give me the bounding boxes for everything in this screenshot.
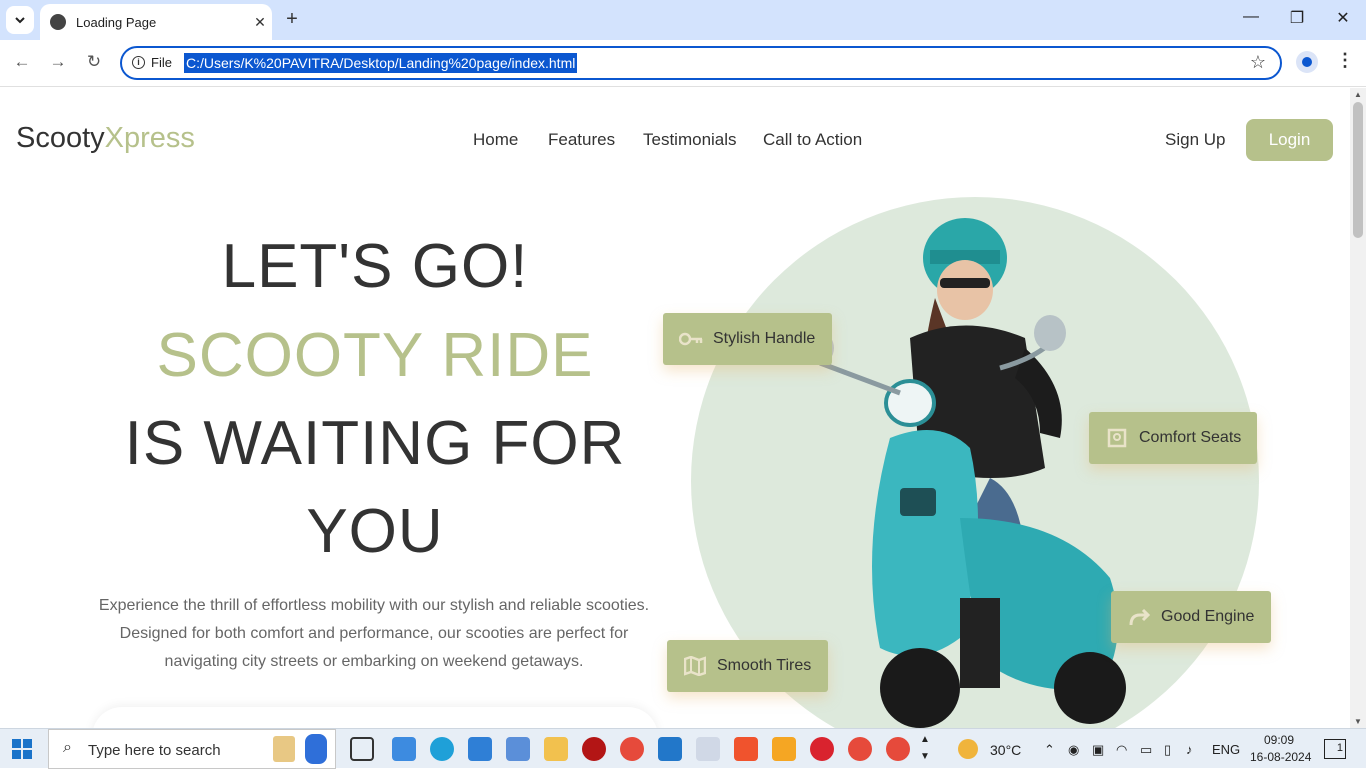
seat-icon bbox=[1105, 428, 1129, 448]
search-highlight-notebook-icon bbox=[273, 736, 295, 762]
record-icon[interactable]: ◉ bbox=[1068, 742, 1079, 758]
store-icon[interactable] bbox=[506, 737, 530, 761]
browser-menu-icon[interactable]: ⋮ bbox=[1336, 50, 1354, 71]
omnibox-scheme-label: File bbox=[151, 55, 172, 70]
bookmark-star-icon[interactable]: ☆ bbox=[1250, 52, 1266, 73]
volume-icon[interactable]: ♪ bbox=[1186, 742, 1193, 757]
chrome-icon[interactable] bbox=[620, 737, 644, 761]
battery-icon[interactable]: ▯ bbox=[1164, 742, 1171, 758]
feature-badge-smooth-tires: Smooth Tires bbox=[667, 640, 828, 692]
map-icon bbox=[683, 656, 707, 676]
figma-icon[interactable] bbox=[734, 737, 758, 761]
info-icon[interactable]: i bbox=[132, 56, 145, 69]
language-indicator[interactable]: ENG bbox=[1212, 742, 1240, 757]
browser-tab[interactable]: Loading Page ✕ bbox=[40, 4, 272, 40]
scooter-rider-image bbox=[806, 218, 1126, 728]
scroll-down-icon[interactable]: ▼ bbox=[1354, 717, 1362, 726]
notification-count: 1 bbox=[1336, 742, 1343, 754]
wifi-icon[interactable]: ◠ bbox=[1116, 742, 1127, 758]
browser-tab-bar: Loading Page ✕ + — ❐ ✕ bbox=[0, 0, 1366, 40]
taskbar-scroll-arrows-icon[interactable]: ▲ ▼ bbox=[920, 731, 930, 765]
feature-label: Smooth Tires bbox=[717, 657, 812, 674]
file-explorer-icon[interactable] bbox=[544, 737, 568, 761]
hero-line-1: LET'S GO! bbox=[221, 232, 529, 301]
hero-description: Experience the thrill of effortless mobi… bbox=[98, 597, 650, 670]
hero-line-3: IS WAITING FOR bbox=[124, 409, 626, 478]
hero-line-4: YOU bbox=[306, 497, 444, 566]
login-button[interactable]: Login bbox=[1246, 119, 1333, 161]
nav-testimonials[interactable]: Testimonials bbox=[643, 130, 737, 150]
restore-button[interactable]: ❐ bbox=[1274, 8, 1320, 28]
chevron-down-icon bbox=[15, 17, 25, 24]
new-tab-button[interactable]: + bbox=[282, 8, 302, 31]
back-button[interactable]: ← bbox=[10, 52, 34, 72]
vscode-icon[interactable] bbox=[658, 737, 682, 761]
close-window-button[interactable]: ✕ bbox=[1320, 8, 1366, 28]
url-text[interactable]: C:/Users/K%20PAVITRA/Desktop/Landing%20p… bbox=[184, 53, 578, 73]
minimize-button[interactable]: — bbox=[1228, 8, 1274, 26]
medal-icon[interactable] bbox=[772, 737, 796, 761]
clock-date[interactable]: 16-08-2024 bbox=[1250, 750, 1311, 764]
scroll-up-icon[interactable]: ▲ bbox=[1354, 90, 1362, 99]
search-highlight-bottle-icon bbox=[305, 734, 327, 764]
address-bar[interactable]: i File C:/Users/K%20PAVITRA/Desktop/Land… bbox=[120, 46, 1282, 80]
opera-icon[interactable] bbox=[810, 737, 834, 761]
display-icon[interactable]: ▭ bbox=[1140, 742, 1152, 758]
site-logo[interactable]: ScootyXpress bbox=[16, 122, 195, 155]
nav-call-to-action[interactable]: Call to Action bbox=[763, 130, 862, 150]
nav-home[interactable]: Home bbox=[473, 130, 518, 150]
globe-icon bbox=[50, 14, 66, 30]
reload-button[interactable]: ↻ bbox=[82, 52, 106, 72]
feature-badge-good-engine: Good Engine bbox=[1111, 591, 1271, 643]
feature-label: Comfort Seats bbox=[1139, 429, 1242, 446]
route-icon bbox=[1127, 607, 1151, 627]
weather-icon[interactable] bbox=[958, 739, 978, 759]
nav-features[interactable]: Features bbox=[548, 130, 615, 150]
profile-avatar[interactable] bbox=[1296, 51, 1318, 73]
mail-icon[interactable] bbox=[468, 737, 492, 761]
windows-taskbar: ⌕ Type here to search ▲ ▼ 30°C ⌃ ◉ ▣ ◠ ▭ … bbox=[0, 728, 1366, 769]
logo-accent: Xpress bbox=[104, 122, 195, 154]
landing-page: ScootyXpress Home Features Testimonials … bbox=[0, 88, 1350, 728]
key-icon bbox=[679, 329, 703, 349]
clock-time[interactable]: 09:09 bbox=[1264, 733, 1294, 747]
search-icon: ⌕ bbox=[63, 739, 72, 756]
forward-button[interactable]: → bbox=[46, 52, 70, 72]
windows-start-icon[interactable] bbox=[12, 739, 32, 759]
scroll-thumb[interactable] bbox=[1353, 102, 1363, 238]
webcam-icon[interactable]: ▣ bbox=[1092, 742, 1104, 758]
tab-search-button[interactable] bbox=[6, 6, 34, 34]
edge-icon[interactable] bbox=[430, 737, 454, 761]
task-view-icon[interactable] bbox=[350, 737, 374, 761]
document-icon[interactable] bbox=[696, 737, 720, 761]
tab-title: Loading Page bbox=[76, 14, 157, 30]
antivirus-icon[interactable] bbox=[582, 737, 606, 761]
taskbar-search-placeholder: Type here to search bbox=[88, 742, 221, 759]
copilot-icon[interactable] bbox=[392, 737, 416, 761]
logo-main: Scooty bbox=[16, 122, 105, 154]
subscribe-card bbox=[92, 707, 658, 728]
chrome-profile-icon[interactable] bbox=[848, 737, 872, 761]
page-scrollbar[interactable]: ▲ ▼ bbox=[1350, 88, 1366, 728]
hero-line-2: SCOOTY RIDE bbox=[156, 321, 594, 390]
close-tab-icon[interactable]: ✕ bbox=[248, 14, 272, 31]
feature-badge-stylish-handle: Stylish Handle bbox=[663, 313, 832, 365]
signup-link[interactable]: Sign Up bbox=[1165, 130, 1225, 150]
chrome-active-icon[interactable] bbox=[886, 737, 910, 761]
notifications-icon[interactable]: 1 bbox=[1324, 739, 1346, 759]
person-icon bbox=[1302, 57, 1312, 67]
show-hidden-icons-icon[interactable]: ⌃ bbox=[1044, 742, 1055, 758]
weather-temp[interactable]: 30°C bbox=[990, 742, 1021, 758]
feature-label: Stylish Handle bbox=[713, 330, 816, 347]
feature-badge-comfort-seats: Comfort Seats bbox=[1089, 412, 1257, 464]
taskbar-search-box[interactable]: ⌕ Type here to search bbox=[48, 729, 336, 769]
feature-label: Good Engine bbox=[1161, 608, 1255, 625]
browser-toolbar: ← → ↻ i File C:/Users/K%20PAVITRA/Deskto… bbox=[0, 40, 1366, 87]
